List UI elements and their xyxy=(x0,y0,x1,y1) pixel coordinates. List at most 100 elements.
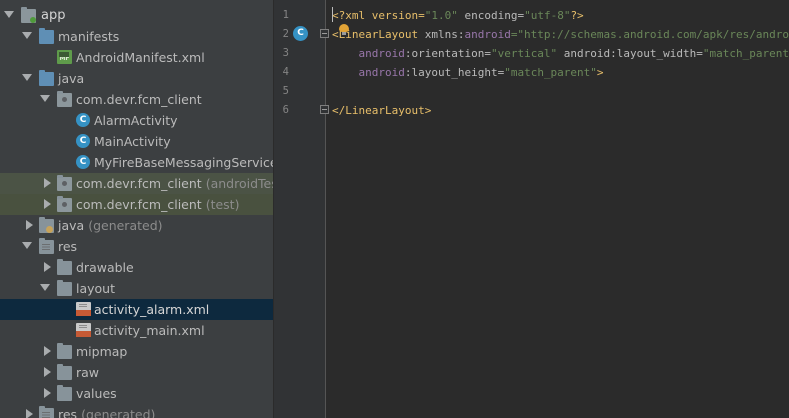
code-token: encoding= xyxy=(457,9,525,22)
text-caret xyxy=(332,7,333,22)
fold-collapse-icon[interactable] xyxy=(320,105,329,114)
folder-icon xyxy=(39,28,54,44)
tree-item-label: values xyxy=(76,386,117,401)
tree-item-label: MyFireBaseMessagingService xyxy=(94,155,273,170)
tree-item-label: res xyxy=(58,239,78,254)
chevron-right-icon[interactable] xyxy=(42,367,52,377)
tree-item-sublabel: (androidTest) xyxy=(205,176,273,191)
tree-item-label: activity_main.xml xyxy=(94,323,205,338)
chevron-right-icon[interactable] xyxy=(24,220,34,230)
tree-item-label: res xyxy=(58,407,78,418)
tree-item-main-activity[interactable]: C MainActivity xyxy=(0,131,273,152)
chevron-down-icon[interactable] xyxy=(22,72,32,82)
tree-item-label: java xyxy=(58,71,85,86)
code-line-1[interactable]: <?xml version="1.0" encoding="utf-8"?> xyxy=(332,6,584,25)
code-token: android xyxy=(332,66,405,79)
code-line-2[interactable]: <LinearLayout xmlns:android="http://sche… xyxy=(332,25,789,44)
tree-item-java-generated[interactable]: java (generated) xyxy=(0,215,273,236)
tree-item-res[interactable]: res xyxy=(0,236,273,257)
tree-item-values[interactable]: values xyxy=(0,383,273,404)
tree-item-label: java xyxy=(58,218,85,233)
code-token: android xyxy=(332,47,405,60)
tree-item-app[interactable]: app xyxy=(0,5,273,26)
class-icon: C xyxy=(76,134,90,148)
class-icon: C xyxy=(76,113,90,127)
folder-icon xyxy=(57,259,72,275)
line-number: 4 xyxy=(282,66,289,78)
code-token: "1.0" xyxy=(424,9,458,22)
chevron-right-icon[interactable] xyxy=(42,262,52,272)
package-icon xyxy=(57,196,72,212)
folder-icon xyxy=(57,364,72,380)
resource-folder-icon xyxy=(39,238,54,254)
package-icon xyxy=(57,91,72,107)
code-line-4[interactable]: android:layout_height="match_parent"> xyxy=(332,63,604,82)
chevron-right-icon[interactable] xyxy=(42,346,52,356)
tree-item-label: com.devr.fcm_client xyxy=(76,176,202,191)
folder-icon xyxy=(57,280,72,296)
tree-item-layout[interactable]: layout xyxy=(0,278,273,299)
generated-folder-icon xyxy=(39,217,54,233)
gutter-divider xyxy=(325,0,326,418)
code-token: "match_parent" xyxy=(504,66,597,79)
tree-item-activity-main-xml[interactable]: activity_main.xml xyxy=(0,320,273,341)
line-number: 3 xyxy=(282,47,289,59)
tree-item-java[interactable]: java xyxy=(0,68,273,89)
layout-xml-icon xyxy=(76,323,91,337)
tree-item-messaging-service[interactable]: C MyFireBaseMessagingService xyxy=(0,152,273,173)
code-token: :orientation= xyxy=(404,47,491,60)
gutter-class-icon[interactable]: C xyxy=(293,26,308,41)
chevron-right-icon[interactable] xyxy=(42,178,52,188)
tree-item-manifests[interactable]: manifests xyxy=(0,26,273,47)
tree-item-sublabel: (test) xyxy=(205,197,240,212)
line-number: 1 xyxy=(282,9,289,21)
tree-item-alarm-activity[interactable]: C AlarmActivity xyxy=(0,110,273,131)
folder-icon xyxy=(57,385,72,401)
chevron-right-icon[interactable] xyxy=(42,388,52,398)
editor-gutter[interactable] xyxy=(273,0,326,418)
resource-folder-icon xyxy=(39,406,54,418)
code-line-3[interactable]: android:orientation="vertical" android:l… xyxy=(332,44,789,63)
package-icon xyxy=(57,175,72,191)
tree-item-label: MainActivity xyxy=(94,134,171,149)
code-line-6[interactable]: </LinearLayout> xyxy=(332,101,431,120)
folder-icon xyxy=(39,70,54,86)
tree-item-label: drawable xyxy=(76,260,134,275)
tree-item-activity-alarm-xml[interactable]: activity_alarm.xml xyxy=(0,299,273,320)
chevron-down-icon[interactable] xyxy=(4,9,14,19)
chevron-down-icon[interactable] xyxy=(22,30,32,40)
tree-item-drawable[interactable]: drawable xyxy=(0,257,273,278)
code-token: > xyxy=(596,66,604,79)
tree-item-package-main[interactable]: com.devr.fcm_client xyxy=(0,89,273,110)
chevron-right-icon[interactable] xyxy=(24,409,34,418)
tree-item-mipmap[interactable]: mipmap xyxy=(0,341,273,362)
tree-item-res-generated[interactable]: res (generated) xyxy=(0,404,273,418)
chevron-right-icon[interactable] xyxy=(42,199,52,209)
tree-item-label: AndroidManifest.xml xyxy=(76,50,205,65)
tree-item-raw[interactable]: raw xyxy=(0,362,273,383)
code-token: ?> xyxy=(570,9,584,22)
fold-collapse-icon[interactable] xyxy=(320,29,329,38)
line-number: 2 xyxy=(282,28,289,40)
tree-item-sublabel: (generated) xyxy=(81,407,156,418)
tree-item-label: raw xyxy=(76,365,100,380)
chevron-down-icon[interactable] xyxy=(22,240,32,250)
tree-item-package-test[interactable]: com.devr.fcm_client (test) xyxy=(0,194,273,215)
code-token: </LinearLayout> xyxy=(332,104,432,117)
tree-item-sublabel: (generated) xyxy=(88,218,163,233)
tree-item-android-manifest[interactable]: MF AndroidManifest.xml xyxy=(0,47,273,68)
tree-item-label: manifests xyxy=(58,29,120,44)
code-token: ="http://schemas.android.com/apk/res/and… xyxy=(510,28,789,41)
chevron-down-icon[interactable] xyxy=(40,282,50,292)
tree-item-label: app xyxy=(41,8,66,23)
chevron-down-icon[interactable] xyxy=(40,93,50,103)
project-tree[interactable]: app manifests MF AndroidManifest.xml jav… xyxy=(0,0,273,418)
tree-item-label: activity_alarm.xml xyxy=(94,302,210,317)
code-token: :layout_height= xyxy=(404,66,505,79)
code-token: "utf-8" xyxy=(524,9,571,22)
tree-item-label: com.devr.fcm_client xyxy=(76,92,202,107)
intention-bulb-icon[interactable] xyxy=(339,24,349,35)
line-number: 5 xyxy=(282,85,289,97)
tree-item-package-android-test[interactable]: com.devr.fcm_client (androidTest) xyxy=(0,173,273,194)
line-number: 6 xyxy=(282,104,289,116)
